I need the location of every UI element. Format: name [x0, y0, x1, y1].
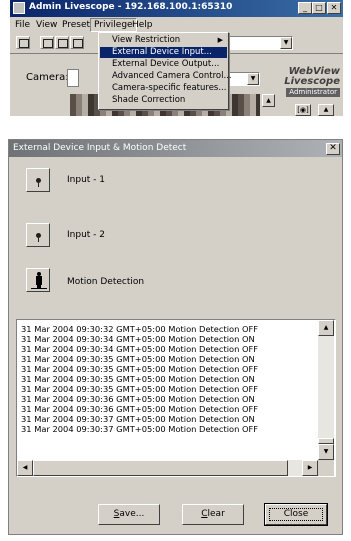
dialog-title-bar: External Device Input & Motion Detect ✕ [9, 140, 342, 157]
motion-detection-label: Motion Detection [67, 277, 145, 287]
menu-bar: File View Preset Privilege Help [10, 18, 343, 32]
camera-select[interactable] [67, 69, 79, 87]
toolbar-button[interactable] [16, 36, 30, 49]
list-item[interactable]: 31 Mar 2004 09:30:37 GMT+05:00 Motion De… [21, 414, 317, 424]
menu-item-label: Advanced Camera Control... [112, 71, 232, 81]
scroll-down-icon[interactable]: ▼ [318, 444, 334, 460]
scroll-up-icon[interactable]: ▲ [318, 320, 334, 336]
brand-badge: Administrator [286, 88, 340, 97]
menu-item-label: External Device Input... [112, 47, 212, 57]
app-icon [13, 2, 25, 14]
toolbar-button[interactable] [55, 36, 69, 49]
menu-item-label: Shade Correction [112, 95, 186, 105]
close-icon[interactable]: ✕ [327, 2, 341, 14]
external-device-dialog: External Device Input & Motion Detect ✕ … [8, 139, 343, 535]
minimize-icon[interactable]: _ [298, 2, 312, 14]
chevron-right-icon: ▶ [217, 36, 223, 44]
input-1-indicator[interactable] [26, 168, 50, 192]
menu-item-advanced-camera-control[interactable]: Advanced Camera Control... [100, 71, 232, 82]
menu-item-camera-specific-features[interactable]: Camera-specific features... [100, 83, 227, 94]
horizontal-scroll-thumb[interactable] [33, 460, 288, 476]
menu-item-shade-correction[interactable]: Shade Correction [100, 95, 227, 106]
chevron-down-icon[interactable]: ▼ [280, 37, 292, 49]
list-item[interactable]: 31 Mar 2004 09:30:37 GMT+05:00 Motion De… [21, 424, 317, 434]
save-button[interactable]: Save... [98, 504, 160, 525]
menu-item-label: External Device Output... [112, 59, 220, 69]
dialog-title: External Device Input & Motion Detect [13, 143, 187, 153]
list-item[interactable]: 31 Mar 2004 09:30:36 GMT+05:00 Motion De… [21, 394, 317, 404]
close-icon[interactable]: ✕ [326, 143, 340, 155]
brand-logo: WebView Livescope Administrator [278, 66, 340, 97]
scrollbar-corner [318, 460, 334, 476]
list-item[interactable]: 31 Mar 2004 09:30:32 GMT+05:00 Motion De… [21, 324, 317, 334]
menu-item-label: Camera-specific features... [112, 83, 227, 93]
motion-detection-indicator[interactable] [26, 268, 50, 292]
scroll-right-icon[interactable]: ▶ [302, 460, 318, 476]
list-item[interactable]: 31 Mar 2004 09:30:35 GMT+05:00 Motion De… [21, 364, 317, 374]
menu-item-view-restriction[interactable]: View Restriction ▶ [100, 35, 227, 46]
toolbar-icon [58, 39, 68, 48]
maximize-icon[interactable]: □ [312, 2, 326, 14]
camera-label: Camera: [26, 72, 69, 83]
clear-button[interactable]: Clear [182, 504, 244, 525]
input-2-indicator[interactable] [26, 223, 50, 247]
menu-help[interactable]: Help [129, 19, 156, 31]
toolbar-icon [43, 39, 53, 48]
list-item[interactable]: 31 Mar 2004 09:30:35 GMT+05:00 Motion De… [21, 354, 317, 364]
menu-preset[interactable]: Preset [59, 19, 93, 31]
chevron-down-icon[interactable]: ▼ [247, 73, 259, 85]
menu-item-external-device-output[interactable]: External Device Output... [100, 59, 227, 70]
app-title: Admin Livescope - 192.168.100.1:65310 [29, 2, 233, 12]
list-item[interactable]: 31 Mar 2004 09:30:35 GMT+05:00 Motion De… [21, 384, 317, 394]
list-item[interactable]: 31 Mar 2004 09:30:35 GMT+05:00 Motion De… [21, 374, 317, 384]
privilege-dropdown-menu: View Restriction ▶ External Device Input.… [98, 32, 232, 110]
event-log-list[interactable]: 31 Mar 2004 09:30:32 GMT+05:00 Motion De… [16, 319, 336, 477]
toolbar-icon [19, 39, 29, 48]
close-button[interactable]: Close [264, 503, 328, 526]
menu-item-label: View Restriction [112, 35, 181, 45]
toolbar-button[interactable] [70, 36, 84, 49]
menu-item-external-device-input[interactable]: External Device Input... [100, 47, 227, 58]
event-log-rows: 31 Mar 2004 09:30:32 GMT+05:00 Motion De… [21, 324, 317, 434]
input-2-label: Input - 2 [67, 230, 105, 240]
vertical-scrollbar[interactable]: ▲ ▼ [318, 320, 334, 460]
pan-icon[interactable]: [◉] [295, 104, 311, 116]
list-item[interactable]: 31 Mar 2004 09:30:34 GMT+05:00 Motion De… [21, 344, 317, 354]
menu-view[interactable]: View [33, 19, 60, 31]
brand-line2: Livescope [284, 76, 340, 87]
scroll-up-icon[interactable]: ▲ [318, 104, 334, 116]
menu-file[interactable]: File [12, 19, 33, 31]
toolbar-icon [73, 39, 83, 48]
horizontal-scrollbar[interactable]: ◀ ▶ [17, 460, 318, 476]
list-item[interactable]: 31 Mar 2004 09:30:36 GMT+05:00 Motion De… [21, 404, 317, 414]
input-1-label: Input - 1 [67, 175, 105, 185]
livescope-app-window: Admin Livescope - 192.168.100.1:65310 _ … [10, 0, 343, 116]
scroll-left-icon[interactable]: ◀ [17, 460, 33, 476]
app-title-bar: Admin Livescope - 192.168.100.1:65310 _ … [10, 0, 343, 17]
scroll-up-icon[interactable]: ▲ [262, 94, 275, 107]
toolbar-button[interactable] [40, 36, 54, 49]
list-item[interactable]: 31 Mar 2004 09:30:34 GMT+05:00 Motion De… [21, 334, 317, 344]
